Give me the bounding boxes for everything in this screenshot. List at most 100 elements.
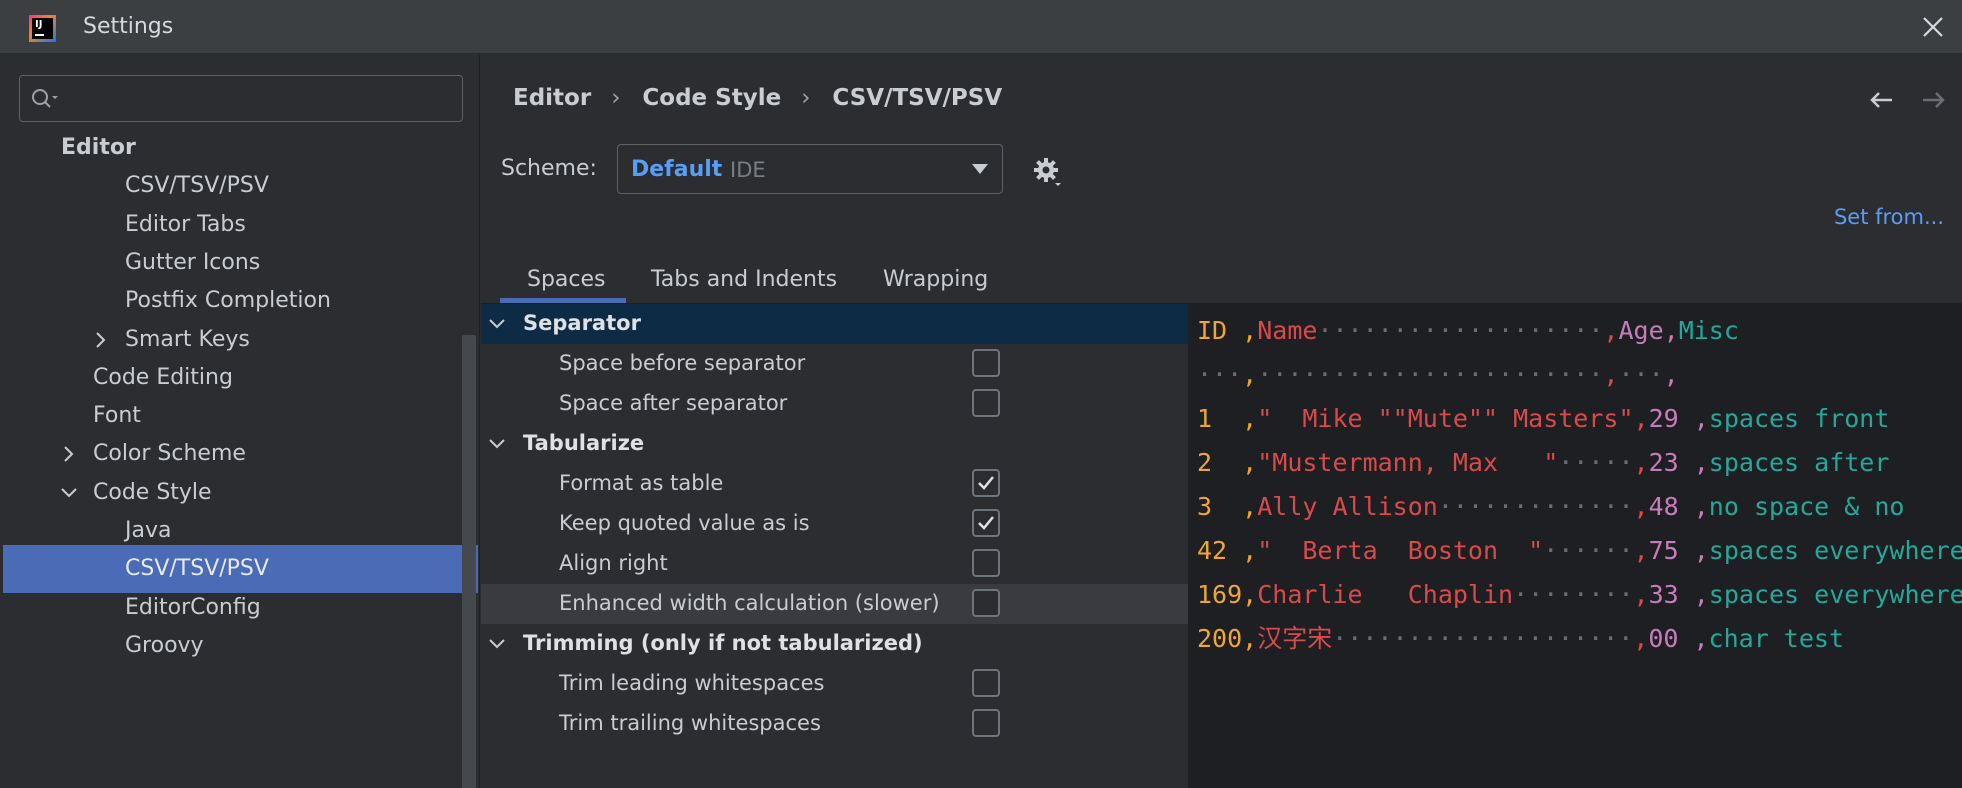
option-label: Trim leading whitespaces xyxy=(559,671,825,695)
option-checkbox[interactable] xyxy=(972,549,1000,577)
preview-token: 200 xyxy=(1197,624,1243,653)
preview-token: , xyxy=(1633,492,1649,521)
preview-token: , xyxy=(1693,624,1709,653)
preview-token: ··· xyxy=(1197,360,1243,389)
settings-content: Editor › Code Style › CSV/TSV/PSV Scheme: De… xyxy=(481,55,1962,788)
preview-token: , xyxy=(1242,536,1258,565)
chevron-down-icon[interactable] xyxy=(59,483,79,503)
chevron-down-icon[interactable] xyxy=(487,435,507,453)
option-checkbox[interactable] xyxy=(972,589,1000,617)
forward-arrow-icon[interactable] xyxy=(1919,85,1949,115)
option-row: Align right xyxy=(481,544,1188,584)
option-checkbox[interactable] xyxy=(972,509,1000,537)
close-icon xyxy=(1923,17,1943,37)
option-checkbox[interactable] xyxy=(972,469,1000,497)
preview-token: 汉字宋 xyxy=(1257,624,1333,653)
option-row: Trim leading whitespaces xyxy=(481,664,1188,704)
preview-token: , xyxy=(1693,536,1709,565)
option-label: Trim trailing whitespaces xyxy=(559,711,821,735)
option-row: Keep quoted value as is xyxy=(481,504,1188,544)
option-row: Trim trailing whitespaces xyxy=(481,704,1188,744)
preview-line: 169,Charlie Chaplin········,33 ,spaces e… xyxy=(1197,575,1962,615)
option-checkbox[interactable] xyxy=(972,709,1000,737)
scheme-dropdown[interactable]: Default IDE xyxy=(617,144,1003,194)
option-group-label: Tabularize xyxy=(523,431,645,455)
sidebar-item[interactable]: Groovy xyxy=(3,622,478,670)
option-checkbox[interactable] xyxy=(972,669,1000,697)
preview-token: no space & no xyxy=(1708,492,1905,521)
preview-token: 75 xyxy=(1648,536,1694,565)
preview-line: 200,汉字宋····················,00 ,char tes… xyxy=(1197,619,1844,659)
preview-token: 29 xyxy=(1648,404,1694,433)
option-label: Keep quoted value as is xyxy=(559,511,810,535)
option-checkbox[interactable] xyxy=(972,349,1000,377)
option-label: Format as table xyxy=(559,471,724,495)
scheme-label: Scheme: xyxy=(501,156,597,181)
preview-line: 42 ," Berta Boston "······,75 ,spaces ev… xyxy=(1197,531,1962,571)
preview-token: , xyxy=(1603,316,1619,345)
preview-token: 42 xyxy=(1197,536,1243,565)
options-tree: Separator Space before separator Space aft… xyxy=(481,304,1188,788)
breadcrumb-item-code-style[interactable]: Code Style xyxy=(642,85,781,111)
checkmark-icon xyxy=(978,516,994,530)
preview-line: ···,·······················,···, xyxy=(1197,355,1679,395)
option-label: Enhanced width calculation (slower) xyxy=(559,591,940,615)
tab-spaces[interactable]: Spaces xyxy=(527,267,606,292)
preview-token: 48 xyxy=(1648,492,1694,521)
preview-token: 33 xyxy=(1648,580,1694,609)
preview-token: , xyxy=(1242,360,1258,389)
tab-wrapping[interactable]: Wrapping xyxy=(883,267,988,292)
preview-token: char test xyxy=(1708,624,1845,653)
sidebar-scrollbar[interactable] xyxy=(462,335,476,788)
window-title: Settings xyxy=(83,14,174,39)
search-input[interactable] xyxy=(66,84,456,112)
search-field[interactable] xyxy=(19,75,463,122)
preview-token: , xyxy=(1633,580,1649,609)
preview-token: , xyxy=(1242,580,1258,609)
preview-token: , xyxy=(1242,492,1258,521)
chevron-down-icon xyxy=(972,164,988,174)
option-group[interactable]: Separator xyxy=(481,304,1188,344)
preview-token: "Mustermann, Max " xyxy=(1257,448,1559,477)
preview-token: , xyxy=(1242,404,1258,433)
preview-token: , xyxy=(1633,536,1649,565)
preview-token: Misc xyxy=(1678,316,1739,345)
chevron-down-icon[interactable] xyxy=(487,635,507,653)
option-label: Space before separator xyxy=(559,351,806,375)
chevron-right-icon: › xyxy=(801,85,811,111)
preview-token: , xyxy=(1242,624,1258,653)
breadcrumb-item-editor[interactable]: Editor xyxy=(513,85,591,111)
breadcrumb: Editor › Code Style › CSV/TSV/PSV xyxy=(513,85,1002,111)
chevron-right-icon[interactable] xyxy=(59,444,79,464)
preview-token: Ally Allison xyxy=(1257,492,1438,521)
preview-line: 1 ," Mike ""Mute"" Masters",29 ,spaces f… xyxy=(1197,399,1889,439)
back-arrow-icon[interactable] xyxy=(1866,85,1896,115)
preview-token: 00 xyxy=(1648,624,1694,653)
preview-token: ··················· xyxy=(1317,316,1604,345)
logo-text: IJ xyxy=(32,18,53,39)
chevron-right-icon: › xyxy=(611,85,621,111)
title-bar: IJ Settings xyxy=(0,0,1962,54)
preview-token: , xyxy=(1663,316,1679,345)
option-checkbox[interactable] xyxy=(972,389,1000,417)
set-from-link[interactable]: Set from... xyxy=(1834,205,1944,229)
preview-token: Age xyxy=(1618,316,1664,345)
gear-icon[interactable] xyxy=(1031,155,1065,189)
preview-token: 169 xyxy=(1197,580,1243,609)
preview-token: ··· xyxy=(1618,360,1664,389)
intellij-logo-icon: IJ xyxy=(29,15,56,42)
option-group-label: Separator xyxy=(523,311,641,335)
preview-token: ······················· xyxy=(1257,360,1604,389)
option-group[interactable]: Tabularize xyxy=(481,424,1188,464)
option-group[interactable]: Trimming (only if not tabularized) xyxy=(481,624,1188,664)
preview-line: ID ,Name···················,Age,Misc xyxy=(1197,311,1739,351)
chevron-right-icon[interactable] xyxy=(91,330,111,350)
preview-token: " Berta Boston " xyxy=(1257,536,1544,565)
tab-tabs-and-indents[interactable]: Tabs and Indents xyxy=(651,267,837,292)
preview-token: , xyxy=(1663,360,1679,389)
preview-token: , xyxy=(1633,448,1649,477)
chevron-down-icon[interactable] xyxy=(487,315,507,333)
close-button[interactable] xyxy=(1918,12,1948,42)
csv-preview: ID ,Name···················,Age,Misc ···,… xyxy=(1188,304,1962,788)
preview-token: 2 xyxy=(1197,448,1243,477)
